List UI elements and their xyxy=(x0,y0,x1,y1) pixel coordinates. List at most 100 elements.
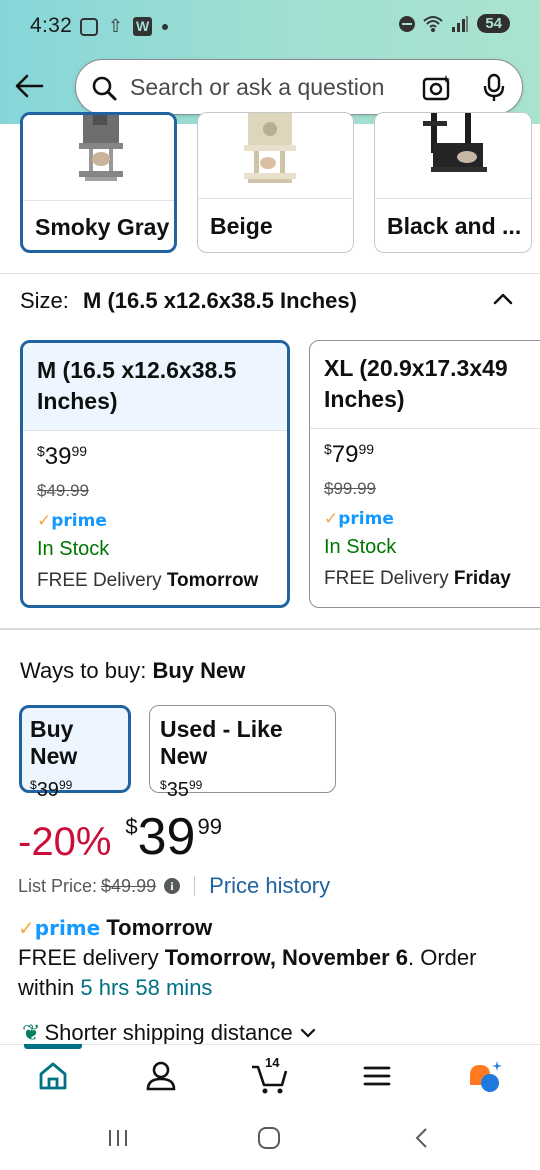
menu-icon xyxy=(363,1066,391,1086)
system-nav-bar xyxy=(0,1108,540,1170)
size-option-name: XL (20.9x17.3x49 Inches) xyxy=(310,341,540,429)
back-button[interactable] xyxy=(14,66,48,106)
list-price-row: List Price: $49.99 i Price history xyxy=(18,873,330,899)
nav-account[interactable] xyxy=(144,1059,184,1099)
battery-indicator: 54 xyxy=(477,14,510,33)
nav-cart[interactable]: 14 xyxy=(250,1055,290,1099)
info-icon[interactable]: i xyxy=(164,878,181,894)
color-label: Smoky Gray xyxy=(35,214,170,240)
size-option-price: $3999 xyxy=(37,443,88,470)
size-selector-header[interactable]: Size: M (16.5 x12.6x38.5 Inches) xyxy=(20,288,520,318)
active-tab-indicator xyxy=(24,1044,82,1049)
search-bar[interactable] xyxy=(75,59,523,115)
delivery-countdown: 5 hrs 58 mins xyxy=(80,975,213,1000)
price-whole: 39 xyxy=(137,808,196,866)
prime-check-icon: ✓ xyxy=(37,511,52,531)
buy-option-new[interactable]: Buy New $3999 xyxy=(19,705,131,801)
color-option-black[interactable]: Black and ... xyxy=(374,112,532,253)
ways-to-buy-label: Ways to buy: xyxy=(20,658,147,683)
section-divider xyxy=(0,628,540,630)
buy-option-title: Buy New xyxy=(30,716,78,769)
signal-icon xyxy=(452,15,469,32)
system-back-icon[interactable] xyxy=(410,1126,434,1150)
leaf-icon: ❦ xyxy=(22,1020,41,1045)
buy-option-used[interactable]: Used - Like New $3599 xyxy=(149,705,336,801)
size-label: Size: xyxy=(20,288,69,313)
camera-search-icon[interactable] xyxy=(422,73,452,103)
separator xyxy=(194,876,196,896)
home-button-icon[interactable] xyxy=(257,1126,281,1150)
chevron-up-icon[interactable] xyxy=(492,288,514,310)
ways-to-buy-value: Buy New xyxy=(152,658,246,683)
more-notifications-icon xyxy=(162,23,169,30)
currency-symbol: $ xyxy=(37,443,45,459)
prime-check-icon: ✓ xyxy=(324,509,339,529)
recent-apps-icon[interactable] xyxy=(106,1126,130,1150)
prime-delivery-headline: ✓prime Tomorrow xyxy=(18,913,523,943)
size-option-name: M (16.5 x12.6x38.5 Inches) xyxy=(23,343,287,431)
color-label: Beige xyxy=(210,213,273,239)
buy-option-price: $3999 xyxy=(30,778,73,801)
prime-check-icon: ✓ xyxy=(18,916,35,940)
nav-menu[interactable] xyxy=(360,1059,400,1099)
back-arrow-icon xyxy=(15,74,44,98)
upload-icon: ⇧ xyxy=(108,16,124,36)
product-thumbnail xyxy=(198,113,353,199)
prime-badge: ✓prime xyxy=(18,916,101,940)
cat-tree-black-image xyxy=(423,113,487,172)
nav-home[interactable] xyxy=(36,1059,76,1099)
cart-count: 14 xyxy=(265,1055,280,1070)
home-icon xyxy=(39,1062,67,1090)
delivery-text: FREE delivery Tomorrow, November 6. Orde… xyxy=(18,945,477,1000)
user-icon xyxy=(146,1061,176,1091)
search-icon xyxy=(92,76,117,101)
list-price-value: $49.99 xyxy=(101,875,157,896)
buy-option-price: $3599 xyxy=(160,778,203,801)
size-option-xl[interactable]: XL (20.9x17.3x49 Inches) $7999 $99.99 ✓p… xyxy=(309,340,540,608)
discount-percent: -20% xyxy=(18,820,112,864)
price-history-link[interactable]: Price history xyxy=(209,873,330,899)
wifi-icon xyxy=(423,15,443,32)
prime-badge: ✓prime xyxy=(37,511,107,531)
size-option-list-price: $99.99 xyxy=(324,479,376,498)
product-thumbnail xyxy=(375,113,531,199)
delivery-block: ✓prime Tomorrow FREE delivery Tomorrow, … xyxy=(18,913,523,1003)
size-value: M (16.5 x12.6x38.5 Inches) xyxy=(83,288,357,313)
app-notification-icon: W xyxy=(133,17,153,36)
product-thumbnail xyxy=(23,115,174,201)
cat-tree-beige-image xyxy=(244,113,296,183)
header: 4:32 ⇧ W 54 xyxy=(0,0,540,124)
availability: In Stock xyxy=(324,536,397,558)
color-label: Black and ... xyxy=(387,213,522,239)
size-option-price: $7999 xyxy=(324,441,375,468)
price-currency: $ xyxy=(125,814,138,839)
color-option-beige[interactable]: Beige xyxy=(197,112,354,253)
status-bar: 4:32 ⇧ W 54 xyxy=(0,0,540,52)
color-options: Smoky Gray Beige Black and ... xyxy=(0,112,540,274)
currency-symbol: $ xyxy=(324,441,332,457)
shipping-distance-label: Shorter shipping distance xyxy=(44,1020,293,1045)
screenshot-icon xyxy=(80,17,98,36)
color-option-smoky-gray[interactable]: Smoky Gray xyxy=(20,112,177,253)
delivery-date: Tomorrow, November 6 xyxy=(164,945,408,970)
rufus-assistant-icon xyxy=(470,1061,502,1092)
nav-rufus[interactable] xyxy=(466,1059,506,1099)
current-price: $ 39 99 xyxy=(125,808,222,866)
delivery-info: FREE Delivery Friday xyxy=(324,568,511,589)
size-option-m[interactable]: M (16.5 x12.6x38.5 Inches) $3999 $49.99 … xyxy=(20,340,290,608)
status-time: 4:32 xyxy=(30,14,73,37)
chevron-down-icon xyxy=(300,1028,315,1038)
availability: In Stock xyxy=(37,538,110,560)
delivery-headline: Tomorrow xyxy=(106,915,213,940)
bottom-nav: 14 xyxy=(0,1044,540,1108)
divider xyxy=(0,273,540,274)
search-input[interactable] xyxy=(130,70,430,104)
list-price-label: List Price: xyxy=(18,875,98,896)
delivery-info: FREE Delivery Tomorrow xyxy=(37,570,259,591)
do-not-disturb-icon xyxy=(399,15,416,32)
prime-badge: ✓prime xyxy=(324,509,394,529)
buy-option-title: Used - Like New xyxy=(160,716,283,769)
ways-to-buy-header: Ways to buy: Buy New xyxy=(20,658,245,684)
microphone-icon[interactable] xyxy=(482,73,506,103)
size-option-list-price: $49.99 xyxy=(37,481,89,500)
